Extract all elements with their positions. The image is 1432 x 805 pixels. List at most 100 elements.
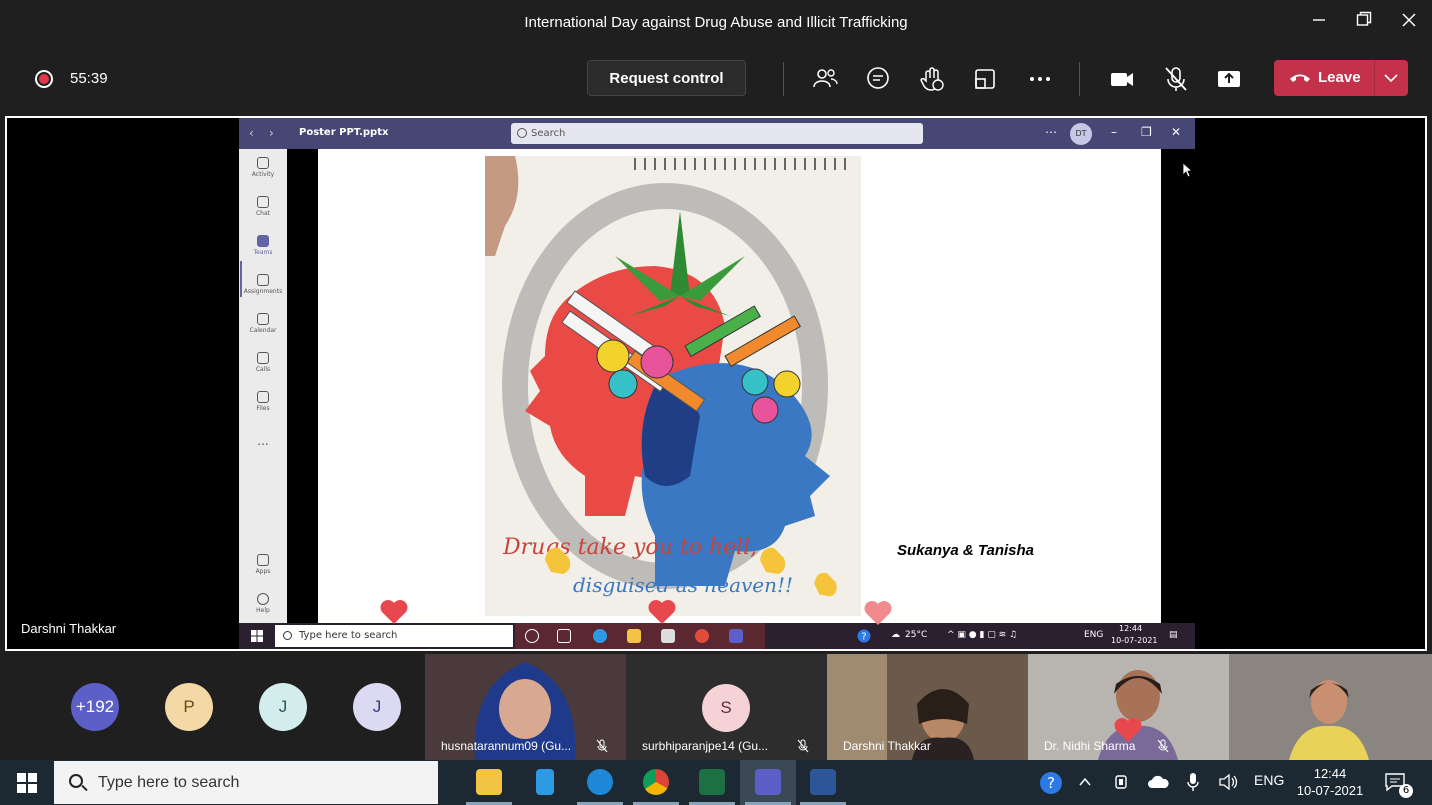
- meet-now-icon[interactable]: [1114, 773, 1130, 791]
- camera-button[interactable]: [1107, 64, 1137, 94]
- rail-label: Assignments: [243, 288, 283, 295]
- mic-button[interactable]: [1161, 64, 1191, 94]
- share-button[interactable]: [1214, 64, 1244, 94]
- excel-icon[interactable]: [699, 769, 725, 795]
- toolbar-divider: [783, 62, 784, 96]
- restore-icon: ❐: [1141, 125, 1152, 139]
- volume-icon[interactable]: [1218, 773, 1240, 791]
- minimize-icon: –: [1111, 125, 1117, 139]
- participant-strip: +192 P J J husnatarannum09 (Gu... S surb…: [0, 654, 1432, 760]
- close-button[interactable]: [1389, 8, 1429, 36]
- teams-icon[interactable]: [755, 769, 781, 795]
- edge-icon: [593, 629, 607, 643]
- teams-icon: [257, 235, 269, 247]
- rail-item-teams: Teams: [239, 235, 287, 256]
- rail-item-activity: Activity: [239, 157, 287, 178]
- windows-taskbar: Type here to search ? ENG 12:44 10-07-20…: [0, 760, 1432, 805]
- search-icon: [69, 774, 83, 788]
- participant-tile[interactable]: Dr. Nidhi Sharma: [1028, 654, 1229, 760]
- participant-tile[interactable]: S surbhiparanjpe14 (Gu...: [626, 654, 827, 760]
- microphone-icon[interactable]: [1186, 772, 1200, 792]
- word-icon[interactable]: [810, 769, 836, 795]
- shared-file-title: Poster PPT.pptx: [299, 127, 389, 138]
- rail-item-help: Help: [239, 593, 287, 614]
- participant-avatar[interactable]: J: [353, 683, 401, 731]
- tray-icons: ^ ▣ ● ▮ ▢ ≋ ♫: [947, 630, 1018, 640]
- svg-text:?: ?: [861, 632, 866, 643]
- rail-item-calendar: Calendar: [239, 313, 287, 334]
- close-icon: ✕: [1171, 125, 1182, 139]
- more-actions-button[interactable]: [1025, 64, 1055, 94]
- rail-label: Chat: [255, 210, 271, 217]
- toolbar-divider: [1079, 62, 1080, 96]
- participant-avatar[interactable]: J: [259, 683, 307, 731]
- leave-button[interactable]: Leave: [1274, 60, 1408, 96]
- teams-meeting-window: International Day against Drug Abuse and…: [0, 0, 1432, 805]
- raise-hand-icon: [920, 67, 944, 91]
- chrome-icon: [695, 629, 709, 643]
- rail-item-calls: Calls: [239, 352, 287, 373]
- more-participants-button[interactable]: +192: [71, 683, 119, 731]
- participant-tile[interactable]: [1229, 654, 1432, 760]
- help-icon[interactable]: ?: [1039, 771, 1063, 795]
- reactions-button[interactable]: [917, 64, 947, 94]
- chat-button[interactable]: [863, 64, 893, 94]
- shared-app-rail: Activity Chat Teams Assignments Calendar…: [239, 149, 287, 623]
- people-icon: [813, 69, 838, 88]
- clap-reaction-icon: [814, 572, 837, 597]
- notification-icon: ▤: [1169, 630, 1178, 640]
- participants-button[interactable]: [810, 64, 840, 94]
- mouse-cursor-icon: [1182, 162, 1194, 178]
- shared-taskbar-search: Type here to search: [275, 625, 513, 647]
- bell-icon: [257, 157, 269, 169]
- shared-time: 12:44: [1119, 624, 1143, 633]
- edge-icon[interactable]: [587, 769, 613, 795]
- restore-icon: [1356, 11, 1372, 26]
- breakout-rooms-icon: [975, 69, 995, 89]
- participant-avatar[interactable]: P: [165, 683, 213, 731]
- shared-gutter: [287, 149, 318, 623]
- clap-reaction-icon: [545, 547, 571, 574]
- content-stage: ‹ › Poster PPT.pptx Search ⋯ DT – ❐ ✕ Ac…: [5, 116, 1427, 651]
- taskbar-language[interactable]: ENG: [1254, 772, 1284, 788]
- search-icon: [283, 631, 292, 640]
- chevron-up-icon[interactable]: [1078, 776, 1092, 788]
- phone-link-icon[interactable]: [536, 769, 554, 795]
- maximize-button[interactable]: [1344, 8, 1384, 36]
- forward-arrow-icon: ›: [269, 126, 274, 140]
- onedrive-icon[interactable]: [1147, 774, 1169, 790]
- windows-start-button[interactable]: [17, 773, 37, 793]
- title-bar: International Day against Drug Abuse and…: [0, 0, 1432, 46]
- participant-tile[interactable]: Darshni Thakkar: [827, 654, 1028, 760]
- shared-screen: ‹ › Poster PPT.pptx Search ⋯ DT – ❐ ✕ Ac…: [239, 118, 1195, 649]
- leave-label: Leave: [1318, 69, 1361, 86]
- chrome-icon[interactable]: [643, 769, 669, 795]
- chevron-down-icon[interactable]: [1380, 68, 1402, 88]
- request-control-button[interactable]: Request control: [587, 60, 746, 96]
- meeting-toolbar: 55:39 Request control Leave: [0, 46, 1432, 114]
- calendar-icon: [257, 313, 269, 325]
- rail-item-apps: Apps: [239, 554, 287, 575]
- rooms-button[interactable]: [970, 64, 1000, 94]
- heart-reaction-icon: [864, 601, 892, 625]
- file-explorer-icon[interactable]: [476, 769, 502, 795]
- shared-gutter: [1161, 149, 1195, 623]
- taskbar-time: 12:44: [1313, 766, 1347, 781]
- meeting-timer: 55:39: [70, 70, 108, 87]
- rail-label: Teams: [253, 249, 273, 256]
- participant-name: Dr. Nidhi Sharma: [1044, 739, 1136, 753]
- participant-name: husnatarannum09 (Gu...: [441, 739, 572, 753]
- shared-avatar: DT: [1070, 123, 1092, 145]
- windows-icon: [251, 630, 263, 642]
- taskbar-search-box[interactable]: Type here to search: [54, 761, 438, 804]
- taskbar-clock[interactable]: 12:44 10-07-2021: [1292, 765, 1368, 799]
- share-screen-icon: [1218, 71, 1240, 87]
- minimize-button[interactable]: [1299, 8, 1339, 36]
- shared-taskbar: Type here to search ? ☁ 25°C ^ ▣ ● ▮ ▢ ≋…: [239, 623, 1195, 649]
- mic-muted-icon: [797, 739, 809, 753]
- rail-label: Files: [256, 405, 270, 412]
- participant-tile[interactable]: husnatarannum09 (Gu...: [425, 654, 626, 760]
- hang-up-icon: [1290, 74, 1310, 82]
- help-icon: ?: [857, 629, 871, 643]
- chat-icon: [257, 196, 269, 208]
